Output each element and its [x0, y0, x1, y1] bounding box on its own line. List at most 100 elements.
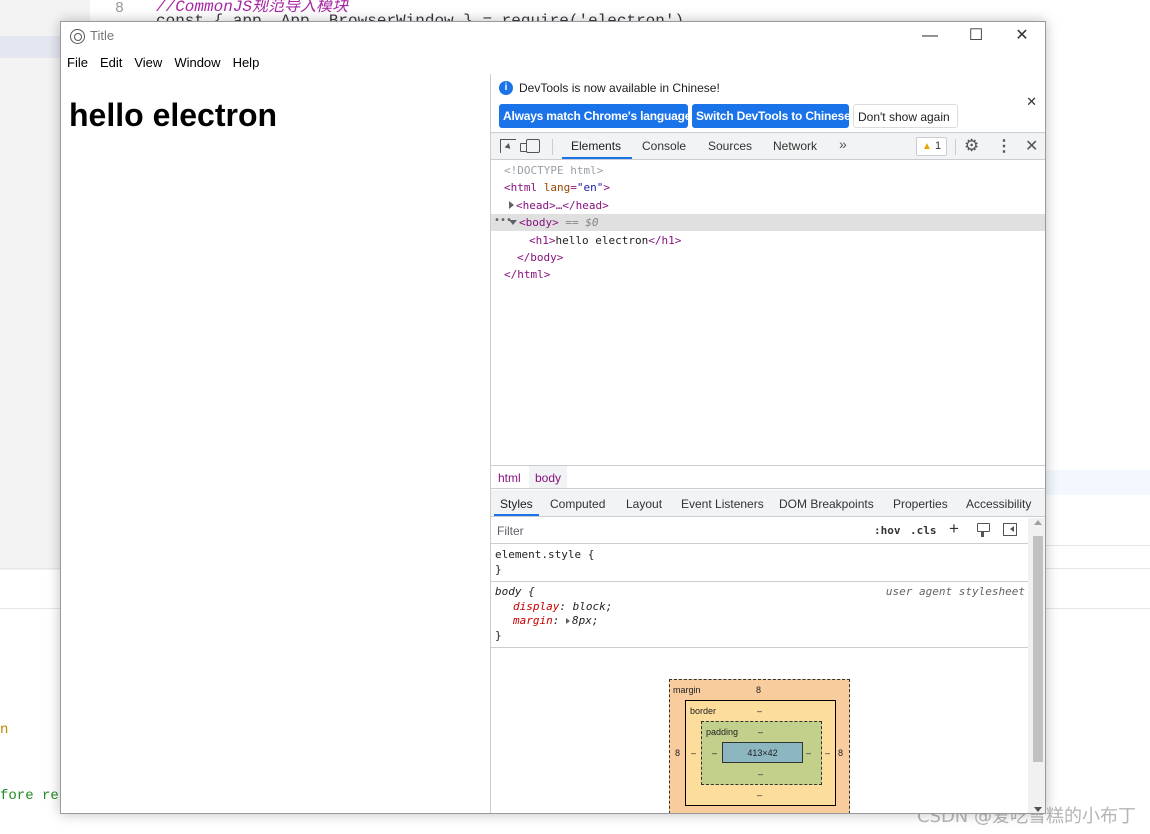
new-style-rule-icon[interactable]: +: [949, 519, 959, 539]
padding-top-value: –: [758, 727, 764, 737]
rule-close-brace: }: [495, 629, 502, 642]
more-tabs-icon[interactable]: »: [839, 136, 847, 152]
inspect-element-icon[interactable]: [500, 139, 516, 153]
css-value: block;: [572, 600, 613, 613]
dom-html-node[interactable]: <html lang="en">: [491, 179, 1045, 196]
html-tag: <html: [504, 181, 538, 194]
tab-elements[interactable]: Elements: [562, 133, 633, 159]
infobar-close-icon[interactable]: ✕: [1026, 94, 1037, 110]
styles-scrollbar[interactable]: [1028, 518, 1045, 813]
node-actions-icon[interactable]: •••: [494, 215, 512, 226]
dom-body-node[interactable]: ••• <body> == $0: [491, 214, 1045, 231]
subtab-accessibility[interactable]: Accessibility: [966, 490, 1031, 516]
h1-open-tag: <h1>: [529, 234, 556, 247]
scrollbar-thumb[interactable]: [1033, 536, 1043, 762]
page-heading: hello electron: [69, 97, 278, 133]
electron-window: Title — ☐ ✕ File Edit View Window Help h…: [60, 21, 1046, 814]
element-style-rule[interactable]: element.style { }: [491, 545, 1028, 582]
more-options-icon[interactable]: ⋮: [996, 136, 1012, 156]
margin-top-value: 8: [756, 685, 762, 695]
warnings-badge[interactable]: ▲ 1: [916, 137, 947, 156]
subtab-properties[interactable]: Properties: [893, 490, 948, 516]
dom-doctype[interactable]: <!DOCTYPE html>: [491, 162, 1045, 179]
toggle-sidebar-icon[interactable]: [1003, 523, 1017, 536]
subtab-styles[interactable]: Styles: [494, 490, 539, 516]
hover-state-toggle[interactable]: :hov: [874, 524, 901, 537]
dont-show-again-button[interactable]: Don't show again: [853, 104, 958, 128]
border-right-value: –: [825, 748, 831, 758]
box-model-content[interactable]: 413×42: [722, 742, 803, 763]
devtools-close-icon[interactable]: ✕: [1025, 136, 1038, 156]
html-close-tag: </html>: [504, 268, 551, 281]
close-button[interactable]: ✕: [999, 22, 1045, 52]
expand-icon[interactable]: [566, 618, 570, 624]
padding-bottom-value: –: [758, 769, 764, 779]
tab-sources[interactable]: Sources: [708, 133, 752, 159]
rule-source: user agent stylesheet: [885, 585, 1025, 598]
border-label: border: [690, 706, 717, 716]
rule-selector: element.style {: [495, 548, 595, 561]
devtools-tabbar: Elements Console Sources Network » ▲ 1 ⚙…: [491, 132, 1045, 160]
minimize-button[interactable]: —: [907, 22, 953, 52]
tab-console[interactable]: Console: [642, 133, 686, 159]
window-title: Title: [90, 28, 115, 43]
paint-roller-icon[interactable]: [977, 523, 990, 537]
css-declaration[interactable]: display: block;: [513, 600, 612, 613]
tab-network[interactable]: Network: [773, 133, 817, 159]
styles-filter-input[interactable]: [493, 521, 863, 541]
padding-right-value: –: [806, 748, 812, 758]
info-icon: i: [499, 81, 513, 95]
dom-body-close[interactable]: </body>: [491, 249, 1045, 266]
body-tag: <body>: [519, 216, 559, 229]
css-property: margin: [513, 614, 553, 627]
class-toggle[interactable]: .cls: [910, 524, 937, 537]
h1-close-tag: </h1>: [648, 234, 682, 247]
css-value: 8px;: [572, 614, 599, 627]
line-highlight: [1045, 470, 1150, 495]
warning-icon: ▲: [922, 141, 932, 152]
divider: [1045, 545, 1150, 546]
subtab-event-listeners[interactable]: Event Listeners: [681, 490, 764, 516]
devtools-panel: i DevTools is now available in Chinese! …: [490, 74, 1045, 813]
device-toolbar-icon[interactable]: [520, 139, 540, 153]
css-property: display: [513, 600, 560, 613]
title-bar[interactable]: Title — ☐ ✕: [61, 22, 1045, 52]
border-bottom-value: –: [757, 790, 763, 800]
dom-h1-node[interactable]: <h1>hello electron</h1>: [491, 232, 1045, 249]
menu-edit[interactable]: Edit: [97, 52, 128, 74]
box-model-margin[interactable]: margin 8 8 8 – border – – – – padding – …: [669, 679, 850, 813]
css-declaration[interactable]: margin: 8px;: [513, 614, 599, 627]
dom-tree: <!DOCTYPE html> <html lang="en"> <head>……: [491, 162, 1045, 462]
lang-value: "en": [576, 181, 604, 194]
box-model-padding[interactable]: padding – – – – 413×42: [701, 721, 822, 785]
border-top-value: –: [757, 706, 763, 716]
border-left-value: –: [691, 748, 697, 758]
switch-chinese-button[interactable]: Switch DevTools to Chinese: [692, 104, 851, 128]
dom-head-node[interactable]: <head>…</head>: [491, 197, 1045, 214]
head-tag: <head>…</head>: [516, 199, 609, 212]
box-model-border[interactable]: border – – – – padding – – – – 413×42: [685, 700, 836, 806]
menu-window[interactable]: Window: [171, 52, 226, 74]
menu-help[interactable]: Help: [230, 52, 266, 74]
explorer-selected-item: [0, 36, 60, 58]
subtab-layout[interactable]: Layout: [626, 490, 662, 516]
breadcrumb-body[interactable]: body: [529, 466, 568, 488]
body-close-tag: </body>: [517, 251, 564, 264]
maximize-button[interactable]: ☐: [953, 22, 999, 52]
menu-view[interactable]: View: [131, 52, 168, 74]
lang-attr: lang: [543, 181, 571, 194]
match-language-button[interactable]: Always match Chrome's language: [499, 104, 691, 128]
line-number: 8: [115, 0, 125, 17]
scroll-down-arrow-icon[interactable]: [1034, 807, 1042, 812]
scroll-up-arrow-icon[interactable]: [1034, 520, 1042, 525]
settings-gear-icon[interactable]: ⚙: [964, 136, 979, 156]
subtab-dom-breakpoints[interactable]: DOM Breakpoints: [779, 490, 874, 516]
subtab-computed[interactable]: Computed: [550, 490, 605, 516]
breadcrumb-html[interactable]: html: [492, 466, 527, 488]
body-style-rule[interactable]: body { user agent stylesheet display: bl…: [491, 582, 1028, 648]
dom-html-close[interactable]: </html>: [491, 266, 1045, 283]
breadcrumb: html body: [491, 465, 1045, 489]
terminal-text: fore res: [0, 788, 68, 804]
menu-file[interactable]: File: [64, 52, 94, 74]
expand-icon[interactable]: [509, 201, 514, 209]
